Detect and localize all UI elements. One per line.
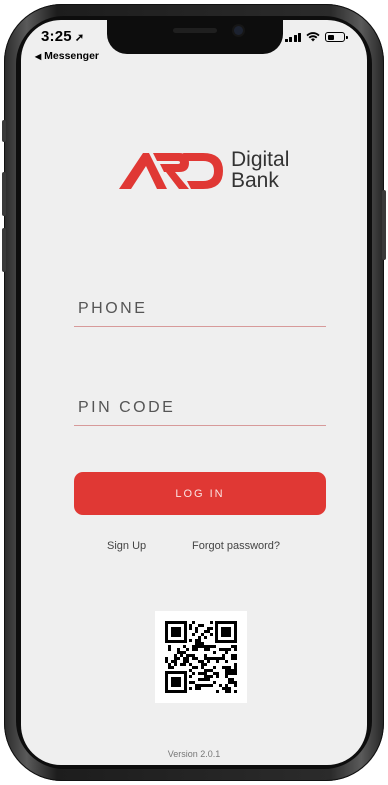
brand-name-line1: Digital [231,148,290,171]
clock-text: 3:25 [41,28,72,45]
volume-up-button [2,172,6,216]
silent-switch [2,120,6,142]
pin-code-field-underline [74,425,326,426]
qr-code [155,611,247,703]
status-indicators [284,32,348,42]
wifi-icon [306,32,320,42]
login-button[interactable]: LOG IN [74,472,326,515]
back-arrow-icon: ◀ [35,52,42,61]
phone-field-underline [74,326,326,327]
pin-code-field-label: PIN CODE [78,399,176,416]
version-label: Version 2.0.1 [167,749,221,759]
volume-down-button [2,228,6,272]
location-arrow-icon: ➚ [74,32,85,44]
notch [107,20,283,54]
battery-icon [325,32,348,42]
phone-field[interactable]: PHONE [74,300,326,327]
front-camera [234,26,243,35]
forgot-password-link[interactable]: Forgot password? [192,540,280,552]
speaker-grille [173,28,217,33]
brand-logo: Digital Bank [117,148,289,192]
cellular-signal-icon [284,32,301,42]
app-screen: 3:25 ➚ ◀ Messenger Digital Bank PHONE PI… [21,20,367,765]
status-time: 3:25 ➚ [41,28,84,45]
pin-code-field[interactable]: PIN CODE [74,399,326,426]
phone-field-label: PHONE [78,300,148,317]
ard-logo-icon [119,153,223,189]
back-app-label: Messenger [44,50,100,62]
brand-name: Digital Bank [231,149,289,191]
brand-name-line2: Bank [231,169,279,192]
power-button [382,190,386,260]
sign-up-link[interactable]: Sign Up [107,540,146,552]
back-to-app-link[interactable]: ◀ Messenger [35,50,99,62]
